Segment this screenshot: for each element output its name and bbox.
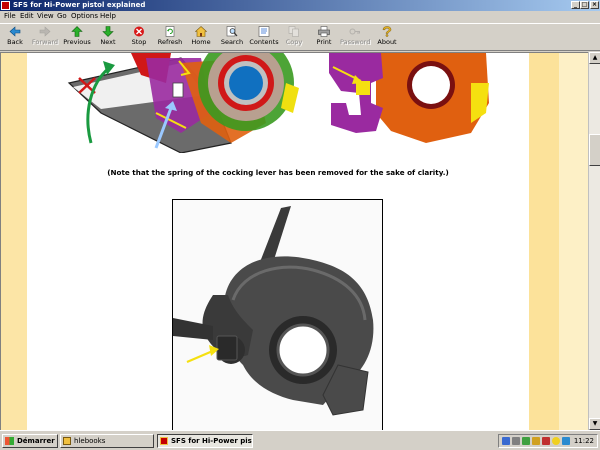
maximize-button[interactable]: □ <box>580 1 589 9</box>
down-arrow-icon <box>102 26 114 37</box>
previous-button[interactable]: Previous <box>63 26 91 51</box>
about-icon <box>381 26 393 37</box>
copy-icon <box>288 26 300 37</box>
scroll-up-arrow[interactable]: ▲ <box>589 52 600 64</box>
shield-icon[interactable] <box>542 437 550 445</box>
next-button[interactable]: Next <box>96 26 120 51</box>
menu-file[interactable]: File <box>4 11 16 22</box>
scroll-down-arrow[interactable]: ▼ <box>589 418 600 430</box>
search-button[interactable]: Search <box>220 26 244 51</box>
refresh-icon <box>164 26 176 37</box>
taskbar: Démarrer hlebooks SFS for Hi-Power pisto… <box>0 430 600 450</box>
antivirus-icon[interactable] <box>522 437 530 445</box>
refresh-button[interactable]: Refresh <box>156 26 184 51</box>
network-icon[interactable] <box>502 437 510 445</box>
mechanism-photo <box>172 199 383 430</box>
start-button[interactable]: Démarrer <box>2 434 58 448</box>
stop-icon <box>133 26 145 37</box>
home-icon <box>194 26 208 37</box>
back-arrow-icon <box>9 26 21 37</box>
print-button[interactable]: Print <box>314 26 334 51</box>
forward-arrow-icon <box>39 26 51 37</box>
window-title: SFS for Hi-Power pistol explained <box>13 1 146 9</box>
stop-button[interactable]: Stop <box>128 26 150 51</box>
taskbar-item-sfs[interactable]: SFS for Hi-Power pisto... <box>157 434 253 448</box>
password-button[interactable]: Password <box>340 26 370 51</box>
print-icon <box>318 26 330 37</box>
contents-button[interactable]: Contents <box>249 26 279 51</box>
menu-edit[interactable]: Edit <box>20 11 34 22</box>
forward-button[interactable]: Forward <box>30 26 60 51</box>
close-button[interactable]: × <box>590 1 599 9</box>
smiley-icon[interactable] <box>552 437 560 445</box>
minimize-button[interactable]: _ <box>571 1 580 9</box>
menu-view[interactable]: View <box>37 11 54 22</box>
page-left-band <box>1 53 27 430</box>
contents-icon <box>258 26 270 37</box>
mechanism-diagram-left <box>67 53 299 153</box>
password-icon <box>349 26 361 37</box>
browser-window: SFS for Hi-Power pistol explained _ □ × … <box>0 0 600 430</box>
folder-icon <box>63 437 71 445</box>
up-arrow-icon <box>71 26 83 37</box>
figure-caption: (Note that the spring of the cocking lev… <box>107 168 449 177</box>
page-content: (Note that the spring of the cocking lev… <box>0 52 588 430</box>
search-icon <box>226 26 238 37</box>
update-icon[interactable] <box>562 437 570 445</box>
app-icon <box>1 1 10 10</box>
back-button[interactable]: Back <box>3 26 27 51</box>
system-tray: 11:22 <box>498 434 598 448</box>
clock[interactable]: 11:22 <box>574 435 594 447</box>
scroll-thumb[interactable] <box>589 134 600 166</box>
page-right-band-outer <box>559 53 588 430</box>
about-button[interactable]: About <box>376 26 398 51</box>
toolbar: Back Forward Previous Next Stop Refresh … <box>0 23 600 51</box>
volume-icon[interactable] <box>532 437 540 445</box>
menu-options[interactable]: Options <box>71 11 98 22</box>
help-book-icon <box>160 437 168 445</box>
menu-go[interactable]: Go <box>57 11 67 22</box>
monitor-icon[interactable] <box>512 437 520 445</box>
taskbar-item-hlebooks[interactable]: hlebooks <box>60 434 154 448</box>
vertical-scrollbar[interactable]: ▲ ▼ <box>588 52 600 430</box>
menu-bar: File Edit View Go Options Help <box>0 11 600 22</box>
copy-button[interactable]: Copy <box>284 26 304 51</box>
windows-logo-icon <box>5 437 14 445</box>
menu-help[interactable]: Help <box>100 11 116 22</box>
mechanism-diagram-right <box>329 53 489 143</box>
page-right-band <box>529 53 559 430</box>
title-bar[interactable]: SFS for Hi-Power pistol explained _ □ × <box>0 0 600 11</box>
home-button[interactable]: Home <box>190 26 212 51</box>
